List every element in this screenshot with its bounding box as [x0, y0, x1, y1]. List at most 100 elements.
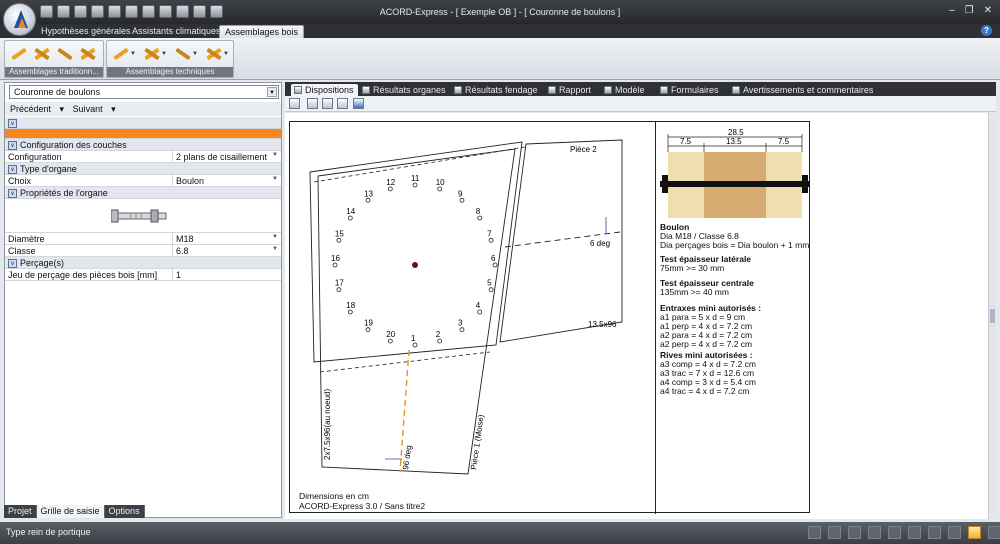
category-couches[interactable]: ∨ Configuration des couches — [5, 139, 281, 151]
next-button[interactable]: Suivant — [73, 104, 103, 114]
property-row[interactable]: Configuration 2 plans de cisaillement ▼ — [5, 151, 281, 163]
chevron-down-icon[interactable]: ▾ — [60, 104, 65, 114]
tab-label: Avertissements et commentaires — [743, 85, 874, 95]
category-type[interactable]: ∨ Type d'organe — [5, 163, 281, 175]
close-icon[interactable]: ✕ — [984, 5, 992, 16]
copy-icon[interactable] — [337, 98, 348, 109]
assembly-icon[interactable] — [78, 44, 98, 62]
tab-dispositions[interactable]: Dispositions — [291, 84, 358, 96]
help-icon[interactable]: ? — [981, 25, 992, 36]
bolt-hole — [365, 327, 371, 333]
tab-resultats-organes[interactable]: Résultats organes — [359, 84, 450, 96]
dim-part-left: 7.5 — [680, 137, 692, 146]
tab-projet[interactable]: Projet — [4, 505, 37, 518]
tab-rapport[interactable]: Rapport — [545, 84, 595, 96]
assembly-technique-icon[interactable]: ▼ — [173, 44, 198, 62]
grid-icon[interactable] — [908, 526, 921, 539]
tab-climatiques[interactable]: Assistants climatiques — [127, 25, 226, 38]
chevron-down-icon[interactable]: ▼ — [272, 234, 278, 240]
print-preview-icon[interactable] — [322, 98, 333, 109]
tab-options[interactable]: Options — [104, 505, 145, 518]
assembly-icon[interactable] — [55, 44, 75, 62]
tab-resultats-fendage[interactable]: Résultats fendage — [451, 84, 542, 96]
collapse-icon[interactable]: ∨ — [8, 119, 17, 129]
view-print-icon[interactable] — [968, 526, 981, 539]
info-line: Dia perçages bois = Dia boulon + 1 mm — [660, 240, 810, 250]
chevron-down-icon[interactable]: ▼ — [272, 176, 278, 182]
collapse-icon[interactable]: ∨ — [8, 165, 17, 175]
category-label: Perçage(s) — [20, 258, 65, 268]
collapse-icon[interactable]: ∨ — [8, 141, 17, 151]
property-row[interactable]: Classe 6.8 ▼ — [5, 245, 281, 257]
chevron-down-icon[interactable]: ▾ — [111, 104, 116, 114]
left-panel: Couronne de boulons ▼ Précédent ▾ Suivan… — [4, 82, 282, 518]
property-value[interactable]: M18 ▼ — [172, 233, 281, 244]
category-props[interactable]: ∨ Propriétés de l'organe — [5, 187, 281, 199]
export-icon[interactable] — [948, 526, 961, 539]
document-tabs: Dispositions Résultats organes Résultats… — [285, 82, 996, 96]
property-value[interactable]: Boulon ▼ — [172, 175, 281, 186]
app-menu-button[interactable] — [3, 3, 36, 36]
window-controls: – ❐ ✕ — [949, 5, 992, 16]
bolt-number: 8 — [476, 207, 481, 216]
ribbon-group-traditionnels: Assemblages traditionn... — [4, 40, 104, 78]
assembly-technique-icon[interactable]: ▼ — [142, 44, 167, 62]
category-label: Type d'organe — [20, 164, 77, 174]
chevron-down-icon[interactable]: ▼ — [267, 87, 277, 97]
print-icon[interactable] — [307, 98, 318, 109]
restore-icon[interactable]: ❐ — [965, 5, 974, 16]
tab-formulaires[interactable]: Formulaires — [657, 84, 723, 96]
left-panel-tabs: Projet Grille de saisie Options — [4, 505, 145, 518]
measure-icon[interactable] — [888, 526, 901, 539]
assembly-icon[interactable] — [32, 44, 52, 62]
chevron-down-icon[interactable]: ▼ — [272, 152, 278, 158]
vertical-scrollbar[interactable] — [988, 113, 996, 519]
tab-avertissements[interactable]: Avertissements et commentaires — [729, 84, 877, 96]
tab-label: Résultats organes — [373, 85, 446, 95]
classe-value: 6.8 — [176, 246, 189, 256]
organ-select[interactable]: Couronne de boulons ▼ — [9, 85, 279, 99]
info-line: a4 trac = 4 x d = 7.2 cm — [660, 386, 750, 396]
drawing-frame: 1 2 3 4 5 6 7 8 9 10 11 12 13 14 15 16 17 18 19 20 Pièce 2 … — [289, 121, 810, 514]
chevron-down-icon[interactable]: ▼ — [272, 246, 278, 252]
tab-grille-saisie[interactable]: Grille de saisie — [36, 505, 105, 518]
assembly-technique-icon[interactable]: ▼ — [204, 44, 229, 62]
zoom-in-icon[interactable] — [828, 526, 841, 539]
nav-bar: Précédent ▾ Suivant ▾ — [5, 102, 281, 116]
info-line: a2 perp = 4 x d = 7.2 cm — [660, 339, 753, 349]
minimize-icon[interactable]: – — [949, 5, 955, 16]
bolt-head — [662, 175, 668, 193]
footer-dimensions: Dimensions en cm — [299, 491, 369, 501]
label-left-section: 2x7.5x96(au noeud) — [323, 389, 332, 461]
assembly-technique-icon[interactable]: ▼ — [111, 44, 136, 62]
property-row[interactable]: Diamètre M18 ▼ — [5, 233, 281, 245]
bolt-number: 6 — [491, 254, 496, 263]
zoom-fit-icon[interactable] — [808, 526, 821, 539]
property-row[interactable]: Choix Boulon ▼ — [5, 175, 281, 187]
view-list-icon[interactable] — [988, 526, 1000, 539]
category-percage[interactable]: ∨ Perçage(s) — [5, 257, 281, 269]
page-icon — [454, 86, 462, 94]
new-page-icon[interactable] — [289, 98, 300, 109]
tab-label: Rapport — [559, 85, 592, 95]
previous-button[interactable]: Précédent — [10, 104, 51, 114]
tab-modele[interactable]: Modèle — [601, 84, 649, 96]
scrollbar-thumb[interactable] — [990, 309, 995, 323]
assembly-icon[interactable] — [9, 44, 29, 62]
label-section-2: 13.5x96 — [588, 320, 617, 329]
property-row[interactable]: Jeu de perçage des pièces bois [mm] 1 — [5, 269, 281, 281]
label-piece-1: Pièce 1 (Moise) — [469, 414, 486, 471]
property-value[interactable]: 1 — [172, 269, 281, 280]
property-value[interactable]: 2 plans de cisaillement ▼ — [172, 151, 281, 162]
property-value[interactable]: 6.8 ▼ — [172, 245, 281, 256]
property-grid: ∨ ∨ Configuration des couches Configurati… — [5, 117, 281, 281]
zoom-out-icon[interactable] — [848, 526, 861, 539]
tab-hypotheses[interactable]: Hypothèses générales — [36, 25, 136, 38]
collapse-icon[interactable]: ∨ — [8, 189, 17, 199]
jeu-value: 1 — [176, 270, 182, 280]
word-export-icon[interactable] — [353, 98, 364, 109]
layers-icon[interactable] — [928, 526, 941, 539]
collapse-icon[interactable]: ∨ — [8, 259, 17, 269]
pan-icon[interactable] — [868, 526, 881, 539]
tab-assemblages-bois[interactable]: Assemblages bois — [219, 25, 305, 38]
